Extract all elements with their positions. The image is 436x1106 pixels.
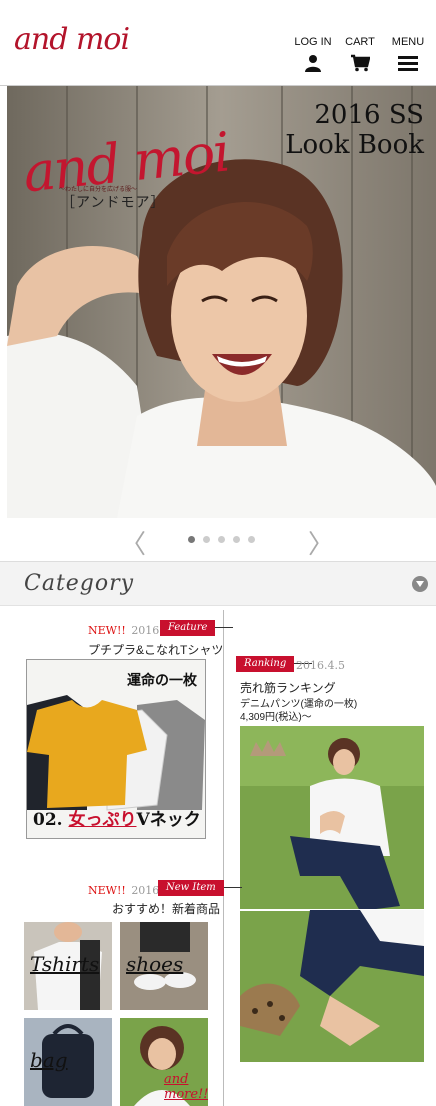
thumb-shoes-label: shoes	[126, 952, 184, 976]
feature-card-caption: 02. 女っぷりVネック	[33, 805, 201, 830]
slider-controls: 〈 〉	[0, 518, 436, 562]
user-icon	[305, 55, 321, 72]
new-item-new-label: NEW!!	[88, 884, 126, 897]
thumb-and-more-label: and more!!	[164, 1072, 208, 1102]
slider-dot[interactable]	[248, 536, 255, 543]
hero-title-line2: Look Book	[285, 130, 424, 160]
slider-dot[interactable]	[203, 536, 210, 543]
thumb-tshirts[interactable]: Tshirts	[24, 922, 112, 1010]
slider-dot[interactable]	[188, 536, 195, 543]
menu-button[interactable]: MENU	[385, 36, 431, 72]
thumb-bag-label: bag	[30, 1048, 68, 1072]
slider-prev-button[interactable]: 〈	[120, 524, 146, 561]
cart-label: CART	[345, 36, 375, 48]
thumb-bag[interactable]: bag	[24, 1018, 112, 1106]
feature-card-red: 女っぷり	[68, 810, 137, 830]
menu-label: MENU	[391, 36, 425, 48]
ranking-image	[240, 726, 424, 1062]
feature-card-heading: 運命の一枚	[127, 673, 197, 689]
thumb-shoes[interactable]: shoes	[120, 922, 208, 1010]
feature-card-rest: Vネック	[136, 810, 201, 830]
feature-title[interactable]: プチプラ&こなれTシャツ	[88, 641, 223, 658]
slider-dot[interactable]	[233, 536, 240, 543]
cart-icon	[351, 54, 370, 72]
cart-button[interactable]: CART	[337, 36, 383, 72]
thumb-and-more[interactable]: and more!!	[120, 1018, 208, 1106]
slider-dots	[188, 536, 255, 543]
slider-dot[interactable]	[218, 536, 225, 543]
ranking-title[interactable]: 売れ筋ランキング	[240, 679, 336, 696]
feature-card-num: 02.	[33, 810, 63, 830]
login-label: LOG IN	[294, 36, 332, 48]
hero-title-line1: 2016 SS	[314, 100, 424, 130]
ranking-photo[interactable]	[240, 726, 424, 1062]
site-header: and moi LOG IN CART MENU	[0, 0, 436, 86]
category-label: Category	[24, 571, 135, 596]
login-button[interactable]: LOG IN	[290, 36, 336, 72]
hamburger-icon	[398, 56, 418, 71]
new-item-tag: New Item	[158, 880, 242, 896]
ranking-date: 2016.4.5	[296, 659, 345, 672]
ranking-product: デニムパンツ(運命の一枚)	[240, 699, 358, 710]
thumb-tshirts-label: Tshirts	[30, 952, 100, 976]
hero-banner[interactable]: and moi ～わたしに自分を広げる服～ ［アンドモア］ 2016 SS Lo…	[7, 86, 436, 518]
site-logo[interactable]: and moi	[14, 22, 130, 57]
new-item-title[interactable]: おすすめ！新着商品	[112, 900, 220, 917]
category-bar[interactable]: Category	[0, 562, 436, 606]
hero-title: 2016 SS Look Book	[285, 100, 424, 160]
feature-card[interactable]: 運命の一枚 02. 女っぷりVネック	[26, 659, 206, 839]
feature-new-label: NEW!!	[88, 624, 126, 637]
hero-kana: ［アンドモア］	[61, 194, 166, 210]
feature-tag: Feature	[160, 620, 235, 636]
slider-next-button[interactable]: 〉	[308, 524, 334, 561]
ranking-price: 4,309円(税込)～	[240, 712, 312, 723]
timeline-divider	[223, 610, 224, 1106]
ranking-tag: Ranking	[236, 656, 313, 672]
chevron-down-icon[interactable]	[412, 576, 428, 592]
